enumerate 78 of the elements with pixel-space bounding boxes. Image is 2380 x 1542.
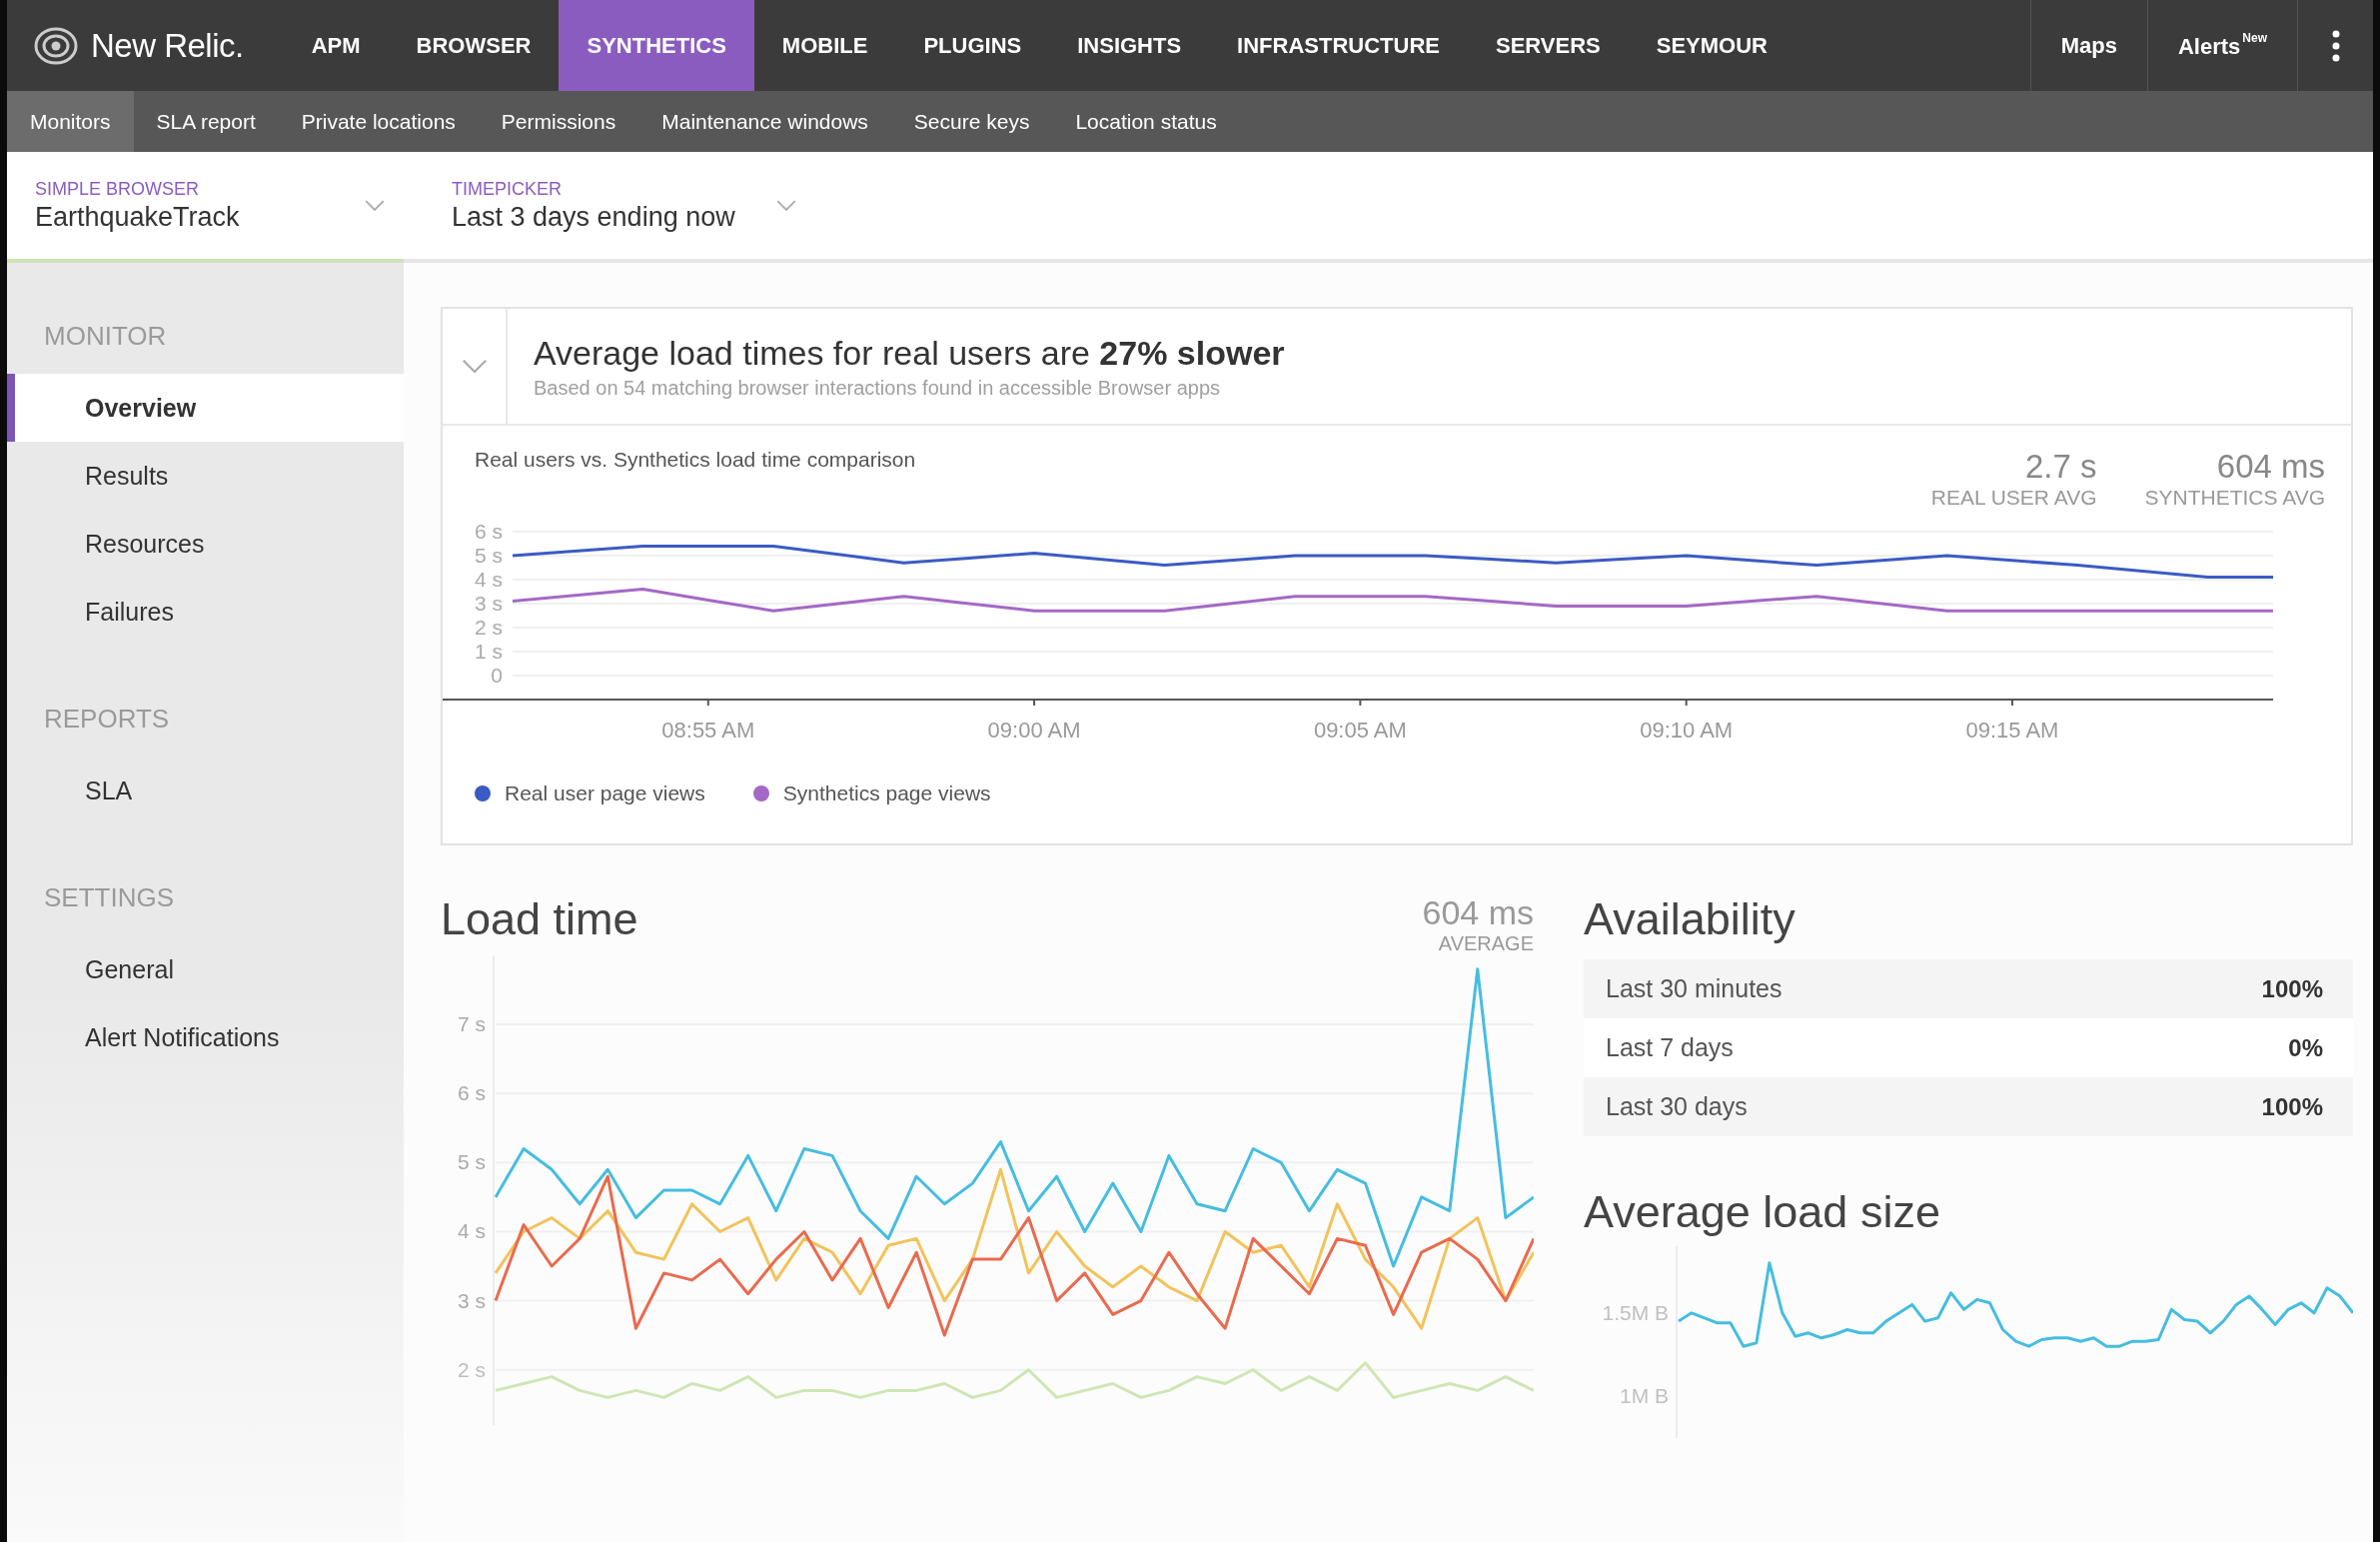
axis-label: 08:55 AM (661, 718, 755, 743)
nav-tab[interactable]: PLUGINS (895, 0, 1050, 91)
nav-tab[interactable]: SYNTHETICS (559, 0, 754, 91)
axis-label: 09:00 AM (987, 718, 1081, 743)
stat-label: AVERAGE (1438, 932, 1534, 955)
axis-label: 4 s (475, 568, 503, 591)
axis-label: 6 s (475, 520, 503, 543)
sidebar-item[interactable]: Results (7, 442, 404, 510)
insight-headline: Average load times for real users are 27% slower (534, 333, 1285, 373)
sidebar-item[interactable]: Resources (7, 510, 404, 578)
axis-label: 3 s (458, 1288, 486, 1312)
axis-label: 1M B (1620, 1384, 1669, 1408)
axis-label: 5 s (458, 1150, 486, 1174)
sub-tab[interactable]: Monitors (7, 91, 134, 152)
axis-label: 4 s (458, 1219, 486, 1243)
section-title: Availability (1584, 893, 1796, 945)
brand-name: New Relic. (91, 26, 244, 65)
nav-tab[interactable]: APM (283, 0, 389, 91)
nav-tab[interactable]: MOBILE (753, 0, 896, 91)
axis-label: 5 s (475, 544, 503, 567)
sidebar-item[interactable]: General (7, 935, 404, 1003)
axis-label: 2 s (475, 616, 503, 639)
kebab-icon (2331, 29, 2340, 62)
axis-label: 09:10 AM (1640, 718, 1734, 743)
sub-tab[interactable]: Secure keys (890, 91, 1053, 152)
timepicker-value[interactable]: Last 3 days ending now (452, 201, 735, 233)
axis-label: 6 s (458, 1081, 486, 1105)
sub-tab[interactable]: Permissions (478, 91, 639, 152)
section-title: Load time (441, 893, 638, 945)
axis-label: 1.5M B (1602, 1300, 1669, 1324)
stat-label: REAL USER AVG (1930, 486, 2097, 510)
sidebar-item[interactable]: Failures (7, 578, 404, 646)
stat-label: SYNTHETICS AVG (2144, 486, 2325, 510)
chevron-down-icon (460, 358, 489, 375)
sub-tab[interactable]: Maintenance windows (638, 91, 891, 152)
sidebar-heading: MONITOR (43, 320, 168, 353)
period-label: Last 30 minutes (1606, 974, 1783, 1003)
nav-tab[interactable]: SERVERS (1468, 0, 1629, 91)
axis-label: 09:05 AM (1313, 718, 1407, 743)
axis-label: 1 s (475, 640, 503, 663)
sidebar-heading: SETTINGS (43, 881, 175, 914)
sub-tab[interactable]: SLA report (133, 91, 279, 152)
stat-value: 604 ms (1422, 893, 1534, 932)
insight-subtext: Based on 54 matching browser interactions found in accessible Browser apps (534, 376, 1222, 400)
chart-title: Real users vs. Synthetics load time comparison (475, 448, 916, 473)
chevron-down-icon (774, 198, 797, 213)
sub-tab[interactable]: Location status (1052, 91, 1240, 152)
stat-value: 604 ms (2216, 448, 2325, 486)
legend-label: Synthetics page views (782, 781, 991, 805)
axis-label: 2 s (458, 1357, 486, 1381)
sidebar-item[interactable]: SLA (7, 757, 404, 824)
logo-icon (33, 25, 79, 66)
axis-label: 3 s (475, 592, 503, 615)
sidebar-heading: REPORTS (43, 703, 171, 736)
axis-label: 09:15 AM (1965, 718, 2059, 743)
stat-value: 2.7 s (2024, 448, 2097, 486)
period-label: Last 7 days (1606, 1033, 1734, 1062)
sub-tab[interactable]: Private locations (278, 91, 479, 152)
axis-label: 0 (491, 664, 503, 687)
monitor-picker[interactable]: SIMPLE BROWSER EarthquakeTrack (7, 152, 404, 263)
picker-label: SIMPLE BROWSER (35, 178, 201, 200)
nav-tab[interactable]: SEYMOUR (1628, 0, 1795, 91)
period-label: Last 30 days (1606, 1092, 1748, 1121)
nav-tab[interactable]: BROWSER (388, 0, 560, 91)
section-title: Average load size (1584, 1186, 1941, 1238)
picker-value: EarthquakeTrack (35, 201, 240, 233)
availability-value: 100% (2261, 1092, 2323, 1121)
legend-label: Real user page views (505, 781, 705, 805)
new-label: New (2242, 31, 2267, 45)
sidebar-item[interactable]: Overview (7, 374, 404, 442)
axis-label: 7 s (458, 1012, 486, 1036)
nav-tab[interactable]: INSIGHTS (1049, 0, 1210, 91)
sidebar-item[interactable]: Alert Notifications (7, 1003, 404, 1071)
nav-tab[interactable]: INFRASTRUCTURE (1209, 0, 1468, 91)
availability-value: 0% (2288, 1033, 2323, 1062)
chevron-down-icon (364, 198, 386, 213)
availability-value: 100% (2261, 974, 2323, 1003)
timepicker-label: TIMEPICKER (452, 178, 563, 200)
